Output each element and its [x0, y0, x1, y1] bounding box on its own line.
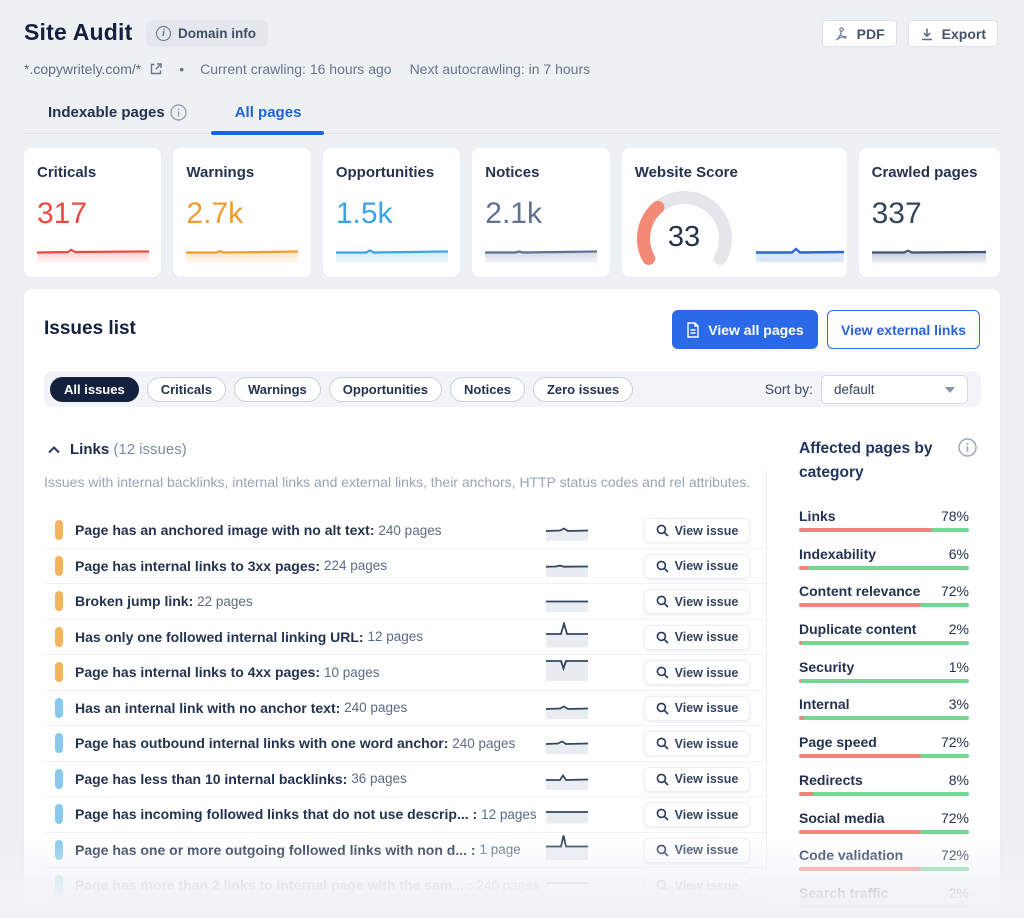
svg-text:33: 33 [668, 221, 700, 253]
